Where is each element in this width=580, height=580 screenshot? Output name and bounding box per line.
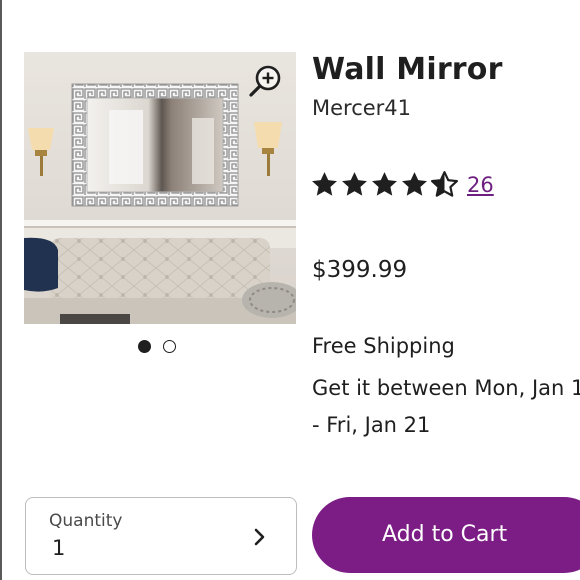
star-full-icon bbox=[372, 172, 397, 196]
chevron-right-icon bbox=[254, 528, 265, 546]
star-half-icon bbox=[430, 171, 459, 197]
quantity-value: 1 bbox=[52, 536, 66, 560]
review-count-link[interactable]: 26 bbox=[467, 173, 494, 197]
left-edge-divider bbox=[0, 0, 2, 580]
carousel-dot-2[interactable] bbox=[163, 340, 176, 353]
zoom-button[interactable] bbox=[248, 64, 284, 100]
star-full-icon bbox=[312, 172, 337, 196]
star-full-icon bbox=[342, 172, 367, 196]
image-carousel-dots bbox=[138, 338, 182, 356]
brand-name[interactable]: Mercer41 bbox=[312, 96, 411, 120]
add-to-cart-label: Add to Cart bbox=[382, 522, 508, 547]
delivery-window: Get it between Mon, Jan 17 - Fri, Jan 21 bbox=[312, 376, 580, 437]
quantity-label: Quantity bbox=[49, 511, 123, 531]
star-full-icon bbox=[402, 172, 427, 196]
shipping-title: Free Shipping bbox=[312, 334, 455, 358]
add-to-cart-button[interactable]: Add to Cart bbox=[312, 497, 580, 573]
product-price: $399.99 bbox=[312, 257, 408, 283]
zoom-in-icon bbox=[249, 65, 281, 97]
carousel-dot-1[interactable] bbox=[138, 340, 151, 353]
quantity-selector[interactable]: Quantity 1 bbox=[25, 497, 297, 575]
product-title: Wall Mirror bbox=[312, 52, 503, 87]
